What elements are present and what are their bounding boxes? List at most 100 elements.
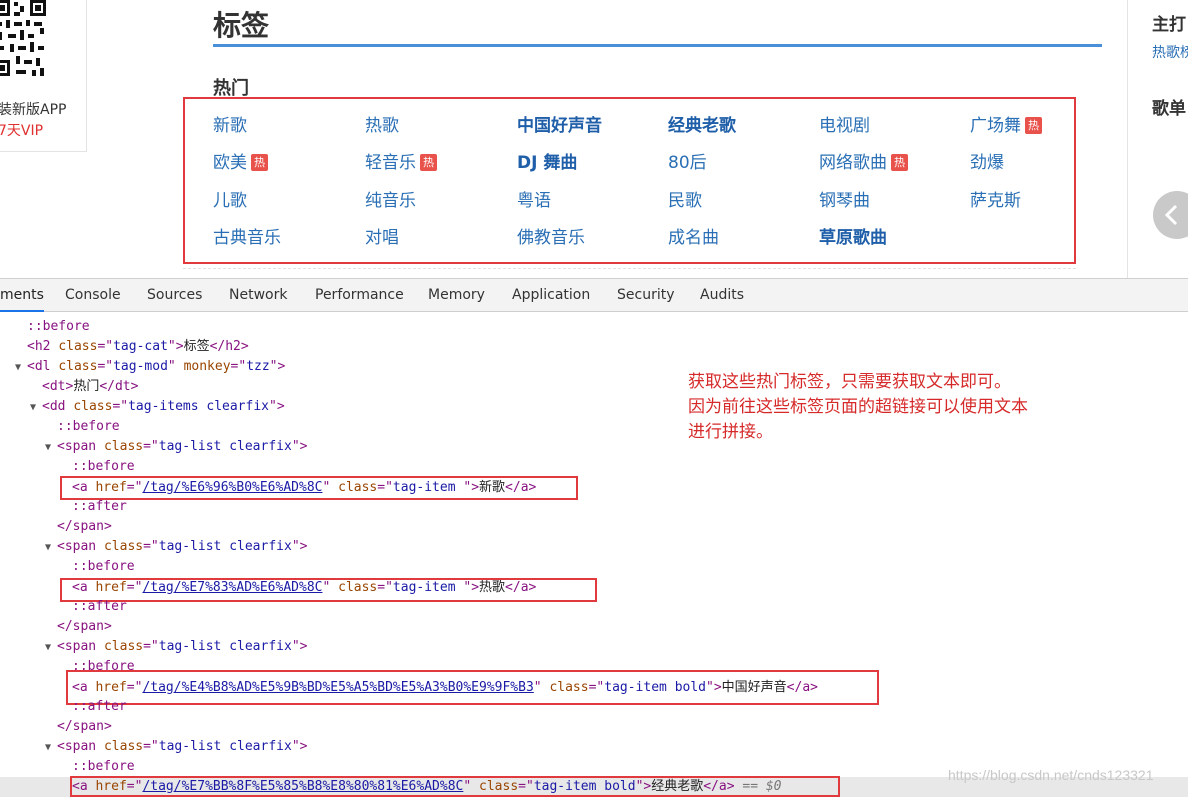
- tree-node-dl[interactable]: ▼ <dl class="tag-mod" monkey="tzz">: [15, 357, 285, 377]
- tag-label: 网络歌曲: [819, 153, 887, 173]
- tag-label: 劲爆: [970, 153, 1004, 173]
- expand-triangle-icon[interactable]: ▼: [45, 738, 57, 758]
- tag-link[interactable]: 草原歌曲: [819, 227, 887, 249]
- pseudo-after: ::after: [72, 499, 127, 514]
- tree-node[interactable]: ::before: [57, 417, 120, 437]
- tree-node-dd[interactable]: ▼ <dd class="tag-items clearfix">: [30, 397, 285, 417]
- tree-node[interactable]: ::before: [27, 317, 90, 337]
- tag-link[interactable]: 网络歌曲热: [819, 152, 908, 174]
- tree-node[interactable]: </span>: [57, 517, 112, 537]
- tab-performance[interactable]: Performance: [315, 279, 404, 312]
- tag-label: 萨克斯: [970, 191, 1021, 211]
- right-sidebar-link[interactable]: 热歌榜: [1152, 42, 1188, 62]
- attr-value: tag-list clearfix: [158, 639, 292, 654]
- expand-triangle-icon[interactable]: ▼: [45, 638, 57, 658]
- tag-link[interactable]: 广场舞热: [970, 115, 1042, 137]
- tag-link[interactable]: 电视剧: [819, 115, 870, 137]
- expand-triangle-icon[interactable]: ▼: [45, 438, 57, 458]
- tag-label: 粤语: [517, 191, 551, 211]
- tag-link[interactable]: 经典老歌: [668, 115, 736, 137]
- tree-node-h2[interactable]: <h2 class="tag-cat">标签</h2>: [27, 337, 249, 357]
- tree-node[interactable]: </span>: [57, 617, 112, 637]
- tree-node-span[interactable]: ▼ <span class="tag-list clearfix">: [45, 537, 307, 557]
- tree-node-span[interactable]: ▼ <span class="tag-list clearfix">: [45, 637, 307, 657]
- tag-label: 新歌: [213, 116, 247, 136]
- pseudo-before: ::before: [72, 459, 135, 474]
- tree-node-span[interactable]: ▼ <span class="tag-list clearfix">: [45, 437, 307, 457]
- tag-label: 草原歌曲: [819, 228, 887, 248]
- page-title: 标签: [213, 9, 270, 42]
- tag-label: 成名曲: [668, 228, 719, 248]
- tag-link[interactable]: 欧美热: [213, 152, 268, 174]
- tag-link[interactable]: 80后: [668, 152, 707, 174]
- tag-link[interactable]: 热歌: [365, 115, 399, 137]
- tree-node-span[interactable]: ▼ <span class="tag-list clearfix">: [45, 737, 307, 757]
- download-app-text[interactable]: 装新版APP: [0, 99, 66, 119]
- carousel-prev-button[interactable]: [1153, 191, 1188, 239]
- tag-label: 纯音乐: [365, 191, 416, 211]
- expand-triangle-icon[interactable]: ▼: [45, 538, 57, 558]
- tag-link[interactable]: 对唱: [365, 227, 399, 249]
- tag-link[interactable]: 民歌: [668, 190, 702, 212]
- vip-text[interactable]: 7天VIP: [0, 120, 43, 140]
- tag-link[interactable]: 成名曲: [668, 227, 719, 249]
- tag-label: 钢琴曲: [819, 191, 870, 211]
- expand-triangle-icon[interactable]: ▼: [15, 358, 27, 378]
- tab-elements[interactable]: ments: [0, 279, 44, 312]
- qr-code-icon: [0, 0, 46, 80]
- tag-label: 电视剧: [819, 116, 870, 136]
- tag-link[interactable]: 粤语: [517, 190, 551, 212]
- tree-node[interactable]: ::before: [72, 757, 135, 777]
- tab-application[interactable]: Application: [512, 279, 590, 312]
- right-sidebar-title: 主打: [1152, 15, 1186, 35]
- expand-triangle-icon[interactable]: ▼: [30, 398, 42, 418]
- highlight-box-link-3: [66, 670, 879, 705]
- tag-link[interactable]: 钢琴曲: [819, 190, 870, 212]
- tab-network[interactable]: Network: [229, 279, 287, 312]
- tree-node[interactable]: ::before: [72, 557, 135, 577]
- tree-node[interactable]: ::after: [72, 597, 127, 617]
- tag-label: 经典老歌: [668, 116, 736, 136]
- tag-link[interactable]: 古典音乐: [213, 227, 281, 249]
- pseudo-before: ::before: [72, 559, 135, 574]
- annotation-note: 获取这些热门标签，只需要获取文本即可。 因为前往这些标签页面的超链接可以使用文本…: [688, 370, 1108, 445]
- tag-link[interactable]: 新歌: [213, 115, 247, 137]
- devtools-tab-bar: ments Console Sources Network Performanc…: [0, 278, 1188, 312]
- highlight-box-link-2: [60, 578, 597, 602]
- attr-value: tag-list clearfix: [158, 539, 292, 554]
- tag-label: 轻音乐: [365, 153, 416, 173]
- app-promo-card: 装新版APP 7天VIP: [0, 0, 87, 152]
- attr-value: tag-list clearfix: [158, 439, 292, 454]
- tree-node[interactable]: ::after: [72, 697, 127, 717]
- node-text: 热门: [73, 379, 100, 394]
- tree-node[interactable]: </span>: [57, 717, 112, 737]
- hot-badge: 热: [891, 154, 908, 171]
- tree-node-dt[interactable]: <dt>热门</dt>: [42, 377, 138, 397]
- tab-sources[interactable]: Sources: [147, 279, 202, 312]
- tag-link[interactable]: 佛教音乐: [517, 227, 585, 249]
- tag-link[interactable]: 劲爆: [970, 152, 1004, 174]
- tab-audits[interactable]: Audits: [700, 279, 744, 312]
- tag-link[interactable]: 纯音乐: [365, 190, 416, 212]
- tag-link[interactable]: 轻音乐热: [365, 152, 437, 174]
- tag-label: 对唱: [365, 228, 399, 248]
- tag-label: 古典音乐: [213, 228, 281, 248]
- tag-link[interactable]: 萨克斯: [970, 190, 1021, 212]
- pseudo-before: ::before: [57, 419, 120, 434]
- pseudo-after: ::after: [72, 599, 127, 614]
- tag-label: DJ 舞曲: [517, 153, 578, 173]
- tag-link[interactable]: 儿歌: [213, 190, 247, 212]
- tab-security[interactable]: Security: [617, 279, 675, 312]
- tags-bottom-divider: [183, 268, 1076, 269]
- elements-tree: ::before <h2 class="tag-cat">标签</h2> ▼ <d…: [0, 312, 1188, 797]
- tree-node[interactable]: ::after: [72, 497, 127, 517]
- attr-value: tag-mod: [113, 359, 168, 374]
- hot-badge: 热: [1025, 117, 1042, 134]
- tab-memory[interactable]: Memory: [428, 279, 485, 312]
- attr-value: tag-list clearfix: [158, 739, 292, 754]
- tag-link[interactable]: DJ 舞曲: [517, 152, 577, 174]
- tag-link[interactable]: 中国好声音: [517, 115, 602, 137]
- tag-label: 欧美: [213, 153, 247, 173]
- tab-console[interactable]: Console: [65, 279, 121, 312]
- tree-node[interactable]: ::before: [72, 457, 135, 477]
